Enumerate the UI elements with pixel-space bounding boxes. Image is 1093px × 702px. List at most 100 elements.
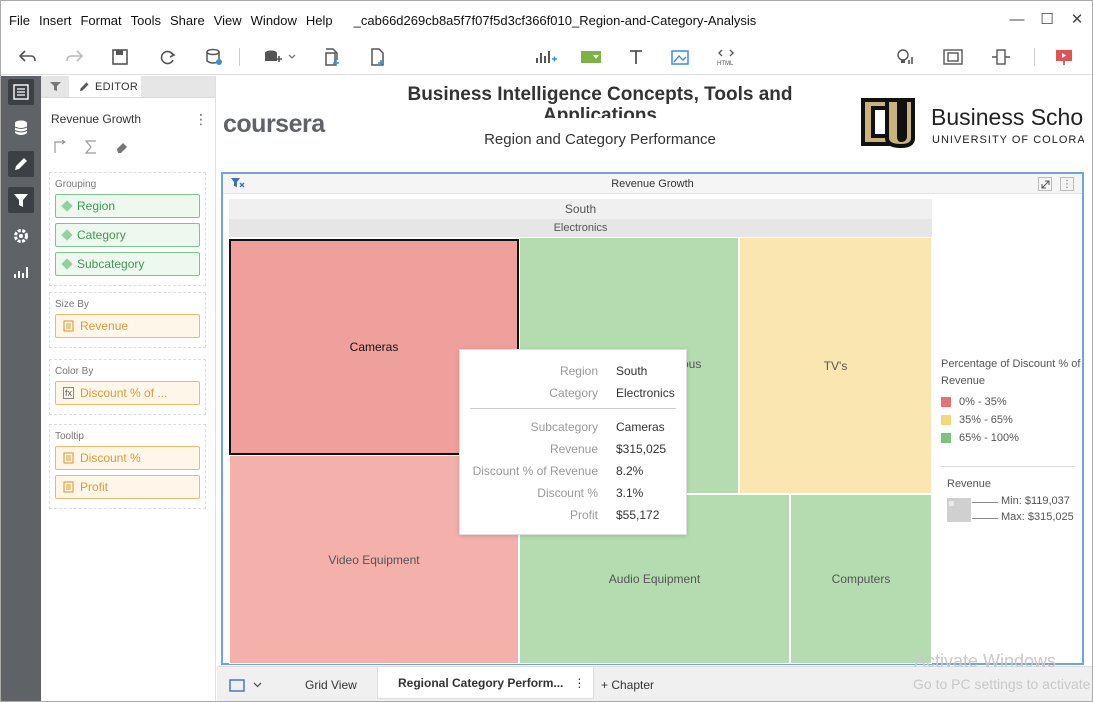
layout-icon[interactable]: [991, 46, 1011, 68]
close-icon[interactable]: ✕: [1070, 9, 1084, 29]
grouping-field-category[interactable]: Category: [55, 223, 200, 247]
image-icon[interactable]: [671, 46, 689, 68]
fit-screen-icon[interactable]: [943, 46, 963, 68]
widget-menu-icon[interactable]: ⋮: [194, 110, 208, 128]
size-max-line: [972, 518, 998, 519]
tooltip-row-category: Category Electronics: [460, 386, 688, 402]
size-by-field[interactable]: Revenue: [55, 314, 200, 338]
undo-icon[interactable]: [19, 46, 37, 68]
menu-bar: File Insert Format Tools Share View Wind…: [1, 1, 1092, 39]
datasource-icon[interactable]: [205, 46, 223, 68]
more-options-icon[interactable]: ⋮: [1060, 177, 1074, 191]
coursera-logo: coursera: [223, 110, 325, 138]
region-header[interactable]: South: [229, 199, 932, 219]
filter-control-icon[interactable]: [581, 46, 601, 68]
editor-tab[interactable]: EDITOR: [69, 76, 141, 97]
legend-swatch: [941, 433, 951, 443]
menu-help[interactable]: Help: [298, 13, 333, 28]
report-canvas: coursera Business Intelligence Concepts,…: [217, 76, 1092, 666]
tooltip-value: Electronics: [616, 386, 675, 400]
field-label: Category: [77, 228, 126, 242]
size-min-box: [949, 501, 954, 506]
size-by-title: Size By: [55, 299, 89, 310]
color-by-zone: Color By fx Discount % of ...: [49, 359, 206, 415]
legend-item[interactable]: 35% - 65%: [941, 414, 1081, 426]
grouping-field-region[interactable]: Region: [55, 194, 200, 218]
chevron-down-icon: [253, 682, 262, 688]
dimension-icon: [61, 200, 73, 212]
redo-icon[interactable]: [65, 46, 83, 68]
page-view-toggle[interactable]: [229, 674, 262, 696]
menu-format[interactable]: Format: [72, 13, 121, 28]
data-icon[interactable]: [8, 115, 34, 141]
legend-swatch: [941, 415, 951, 425]
refresh-icon[interactable]: [159, 46, 176, 68]
grouping-field-subcategory[interactable]: Subcategory: [55, 252, 200, 276]
tooltip-value: $315,025: [616, 442, 667, 456]
treemap-widget[interactable]: Revenue Growth ⋮ South Electronics Camer…: [221, 172, 1084, 665]
legend-swatch: [941, 397, 951, 407]
outline-icon[interactable]: [8, 79, 34, 105]
tile-label: Computers: [831, 572, 891, 586]
eraser-icon[interactable]: [115, 140, 129, 157]
menu-window[interactable]: Window: [243, 13, 297, 28]
report-title[interactable]: Business Intelligence Concepts, Tools an…: [407, 84, 793, 118]
text-icon[interactable]: [628, 46, 644, 68]
widget-name[interactable]: Revenue Growth: [51, 112, 141, 126]
tile-computers[interactable]: Computers: [790, 494, 932, 664]
maximize-icon[interactable]: ☐: [1040, 9, 1054, 29]
cu-logo: [861, 98, 915, 148]
tile-label: TV's: [823, 358, 848, 373]
tooltip-label: Subcategory: [530, 420, 598, 434]
tooltip-value: $55,172: [616, 508, 660, 522]
insights-icon[interactable]: [895, 46, 915, 68]
settings-icon[interactable]: [8, 223, 34, 249]
add-data-icon[interactable]: [263, 46, 297, 68]
analytics-icon[interactable]: [8, 259, 34, 285]
menu-view[interactable]: View: [206, 13, 242, 28]
tab-regional-category[interactable]: Regional Category Perform... ⋮: [377, 667, 595, 699]
tooltip-row-region: Region South: [460, 364, 688, 380]
legend-item[interactable]: 0% - 35%: [941, 396, 1081, 408]
save-icon[interactable]: [112, 46, 128, 68]
editor-tabs: EDITOR: [41, 76, 215, 98]
category-header[interactable]: Electronics: [229, 219, 932, 237]
pencil-icon[interactable]: [8, 151, 34, 177]
expand-icon[interactable]: [1038, 177, 1052, 191]
tooltip-label: Discount %: [537, 486, 598, 500]
report-subtitle[interactable]: Region and Category Performance: [407, 131, 793, 148]
minimize-icon[interactable]: —: [1010, 9, 1025, 29]
document-title: _cab66d269cb8a5f7f07f5d3cf366f010_Region…: [353, 12, 757, 28]
add-page-icon[interactable]: [323, 46, 341, 68]
sum-icon[interactable]: [84, 140, 97, 157]
dimension-icon: [61, 229, 73, 241]
legend-item[interactable]: 65% - 100%: [941, 432, 1081, 444]
pencil-icon: [80, 82, 89, 91]
tab-grid-view[interactable]: Grid View: [305, 674, 357, 696]
tile-tvs[interactable]: TV's: [739, 237, 932, 494]
menu-insert[interactable]: Insert: [31, 13, 72, 28]
size-by-zone: Size By Revenue: [49, 292, 206, 348]
add-chart-icon[interactable]: [535, 46, 557, 68]
color-by-field[interactable]: fx Discount % of ...: [55, 381, 200, 405]
tooltip-label: Discount % of Revenue: [472, 464, 598, 478]
tab-menu-icon[interactable]: ⋮: [573, 676, 585, 690]
add-chapter-button[interactable]: + Chapter: [601, 674, 654, 696]
tooltip-zone: Tooltip Discount % Profit: [49, 424, 206, 509]
tooltip-value: 8.2%: [616, 464, 644, 478]
menu-file[interactable]: File: [1, 13, 30, 28]
menu-tools[interactable]: Tools: [123, 13, 161, 28]
new-page-icon[interactable]: [369, 46, 387, 68]
html-icon[interactable]: HTML: [715, 46, 737, 68]
tooltip-field-profit[interactable]: Profit: [55, 475, 200, 499]
filter-tab[interactable]: [41, 76, 69, 97]
present-icon[interactable]: [1055, 46, 1073, 68]
page-icon: [229, 678, 245, 692]
size-max-label: Max: $315,025: [1001, 511, 1074, 523]
menu-share[interactable]: Share: [162, 13, 205, 28]
tooltip-field-discount[interactable]: Discount %: [55, 446, 200, 470]
school-name: Business Scho: [931, 104, 1084, 130]
drill-icon[interactable]: [53, 139, 67, 157]
filter-icon[interactable]: [8, 187, 34, 213]
editor-tools: [53, 139, 129, 157]
